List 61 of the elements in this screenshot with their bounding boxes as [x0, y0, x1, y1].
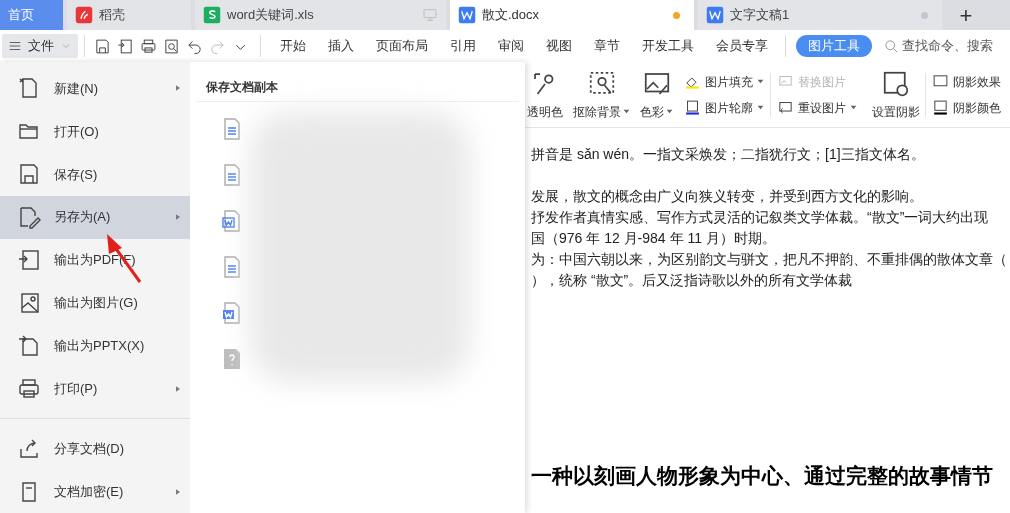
document-text: ），统称 “散文”。后又泛指诗歌以外的所有文学体裁 — [531, 271, 854, 290]
menu-item[interactable]: 保存(S) — [0, 152, 190, 196]
ribbon-tool-icon — [777, 99, 794, 116]
menu-item[interactable]: 打印(P) — [0, 367, 190, 411]
document-text: 国（976 年 12 月-984 年 11 月）时期。 — [531, 229, 777, 248]
menu-item[interactable]: 分享文档(D) — [0, 427, 190, 471]
document-text: 拼音是 sǎn wén。一指文采焕发；二指犹行文；[1]三指文体名。 — [531, 145, 926, 164]
ribbon-tab[interactable]: 页面布局 — [365, 36, 439, 56]
ribbon-tool-icon — [684, 99, 701, 116]
menu-item[interactable]: 新建(N) — [0, 67, 190, 110]
ribbon-button[interactable]: 图片填充 — [684, 72, 764, 91]
ribbon-button[interactable]: 重设图片 — [777, 98, 857, 117]
save-icon[interactable] — [94, 37, 111, 55]
spreadsheet-icon — [203, 6, 221, 24]
document-tab[interactable]: 散文.docx — [450, 0, 694, 30]
menu-item[interactable]: 另存为(A) — [0, 195, 190, 239]
menu-item[interactable]: 文档加密(E) — [0, 470, 190, 513]
docer-logo-icon — [75, 6, 93, 24]
ribbon-button[interactable]: 抠除背景 — [568, 68, 635, 121]
ribbon-button[interactable]: 设置阴影 — [867, 68, 925, 121]
document-icon — [458, 6, 476, 24]
ribbon-button[interactable]: 色彩 — [635, 68, 678, 121]
menu-item-icon — [17, 333, 41, 358]
ribbon-button[interactable]: 阴影效果 — [932, 72, 1001, 91]
document-text: 为：中国六朝以来，为区别韵文与骈文，把凡不押韵、不重排偶的散体文章（ — [531, 250, 1008, 269]
document-text: 抒发作者真情实感、写作方式灵活的记叙类文学体裁。“散文”一词大约出现 — [531, 208, 990, 227]
ribbon-button[interactable]: 阴影颜色 — [932, 98, 1001, 117]
print-preview-icon[interactable] — [163, 37, 180, 55]
print-icon[interactable] — [140, 37, 157, 55]
ribbon-tab[interactable]: 审阅 — [487, 36, 535, 56]
menu-item-icon — [17, 162, 41, 187]
document-tab[interactable]: 文字文稿1 — [698, 0, 942, 30]
menu-item-icon — [17, 205, 41, 230]
ribbon-button: 替换图片 — [777, 72, 857, 91]
search-field[interactable]: 查找命令、搜索 — [884, 36, 998, 56]
menu-icon — [8, 39, 22, 53]
ribbon-tab[interactable]: 视图 — [535, 36, 583, 56]
ribbon-tab[interactable]: 开始 — [269, 36, 317, 56]
ribbon-button[interactable]: 透明色 — [522, 68, 568, 121]
ribbon-tab[interactable]: 会员专享 — [705, 36, 779, 56]
ribbon-tool-icon — [932, 99, 949, 116]
menu-item[interactable]: 输出为图片(G) — [0, 281, 190, 325]
menu-item-icon — [17, 376, 41, 401]
ribbon-tab[interactable]: 插入 — [317, 36, 365, 56]
menu-item[interactable]: 打开(O) — [0, 109, 190, 153]
submenu-title: 保存文档副本 — [196, 78, 519, 102]
ribbon-tab[interactable]: 开发工具 — [631, 36, 705, 56]
search-icon — [884, 38, 899, 54]
ribbon-button[interactable]: 图片轮廓 — [684, 98, 764, 117]
menu-item-icon — [17, 248, 41, 273]
document-tab[interactable]: word关键词.xls — [195, 0, 446, 30]
file-menu-button[interactable]: 文件 — [2, 34, 78, 58]
document-tab[interactable]: 稻壳 — [67, 0, 191, 30]
new-tab-button[interactable]: + — [946, 0, 986, 30]
ribbon-tab[interactable]: 章节 — [583, 36, 631, 56]
document-text: 发展，散文的概念由广义向狭义转变，并受到西方文化的影响。 — [531, 187, 924, 206]
menu-item[interactable]: 输出为PPTX(X) — [0, 324, 190, 368]
ribbon-tab[interactable]: 引用 — [439, 36, 487, 56]
document-heading: 一种以刻画人物形象为中心、通过完整的故事情节 — [531, 463, 994, 489]
document-icon — [706, 6, 724, 24]
export-icon[interactable] — [117, 37, 134, 55]
